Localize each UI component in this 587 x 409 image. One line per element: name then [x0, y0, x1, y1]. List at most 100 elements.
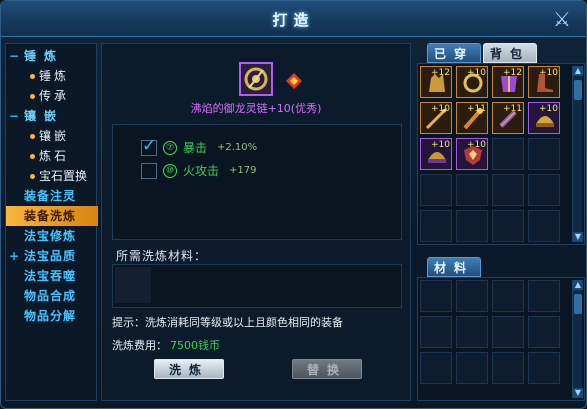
empty-slot[interactable]	[456, 174, 488, 206]
attribute-rank: ⑦	[163, 141, 177, 155]
empty-slot[interactable]	[456, 352, 488, 384]
equip-slot[interactable]: +10	[456, 66, 488, 98]
collapse-icon: −	[9, 49, 20, 63]
bullet-icon	[30, 174, 35, 179]
equip-slot[interactable]: +10	[420, 102, 452, 134]
sidebar-item-tempering[interactable]: 锤炼	[6, 66, 98, 86]
equip-slot[interactable]: +11	[456, 102, 488, 134]
empty-slot[interactable]	[420, 280, 452, 312]
close-swords-icon[interactable]: ⚔	[550, 7, 574, 31]
empty-slot[interactable]	[528, 174, 560, 206]
sidebar-item-label: 炼石	[39, 149, 70, 163]
tab-bag[interactable]: 背包	[483, 43, 537, 63]
empty-slot[interactable]	[420, 210, 452, 242]
sidebar-group-label: 锤炼	[24, 49, 65, 63]
collapse-icon: −	[9, 109, 20, 123]
sidebar-item-synthesis[interactable]: 物品合成	[6, 286, 98, 306]
tab-materials[interactable]: 材料	[427, 257, 481, 277]
sidebar-group-tempering[interactable]: − 锤炼	[6, 46, 98, 66]
sidebar-item-label: 锤炼	[39, 69, 70, 83]
sidebar-item-label: 装备注灵	[24, 189, 77, 203]
empty-slot[interactable]	[492, 316, 524, 348]
equip-slot[interactable]: +12	[420, 66, 452, 98]
scroll-up-icon[interactable]: ▲	[573, 66, 583, 76]
spear-icon	[425, 108, 447, 130]
shield-icon	[464, 146, 482, 165]
attribute-name: 暴击	[183, 141, 208, 155]
scroll-up-icon[interactable]: ▲	[573, 280, 583, 290]
empty-slot[interactable]	[456, 210, 488, 242]
attribute-list: ✓ ⑦ 暴击 +2.10% ⑩ 火攻击 +179	[112, 124, 402, 240]
empty-slot[interactable]	[528, 316, 560, 348]
scroll-down-icon[interactable]: ▼	[573, 388, 583, 398]
armor-icon	[501, 76, 517, 92]
title-bar: 打造 ⚔	[1, 1, 586, 37]
gloves-icon	[429, 74, 445, 92]
sidebar-item-gem-swap[interactable]: 宝石置换	[6, 166, 98, 186]
equip-slot[interactable]: +11	[492, 102, 524, 134]
sidebar-item-label: 宝石置换	[39, 169, 88, 183]
tab-equipped[interactable]: 已穿	[427, 43, 481, 63]
empty-slot[interactable]	[492, 138, 524, 170]
sidebar-item-inherit[interactable]: 传承	[6, 86, 98, 106]
attribute-checkbox[interactable]	[141, 163, 157, 179]
sidebar-item-refine[interactable]: 装备洗炼	[6, 206, 98, 226]
sidebar-item-label: 传承	[39, 89, 70, 103]
equip-slot[interactable]: +12	[492, 66, 524, 98]
sidebar-item-label: 镶嵌	[39, 129, 70, 143]
sidebar-item-decompose[interactable]: 物品分解	[6, 306, 98, 326]
empty-slot[interactable]	[492, 280, 524, 312]
materials-scrollbar[interactable]: ▲ ▼	[572, 280, 583, 398]
empty-slot[interactable]	[528, 210, 560, 242]
sidebar-item-treasure-cultivate[interactable]: 法宝修炼	[6, 226, 98, 246]
hint-text: 提示：洗炼消耗同等级或以上且颜色相同的装备	[112, 316, 343, 329]
sidebar-item-inlay[interactable]: 镶嵌	[6, 126, 98, 146]
empty-slot[interactable]	[492, 174, 524, 206]
boots-icon	[537, 74, 553, 92]
sidebar-item-label: 法宝品质	[24, 249, 77, 263]
replace-button[interactable]: 替换	[292, 359, 362, 379]
sidebar-item-treasure-quality[interactable]: + 法宝品质	[6, 246, 98, 266]
empty-slot[interactable]	[492, 210, 524, 242]
empty-slot[interactable]	[420, 174, 452, 206]
equipment-scrollbar[interactable]: ▲ ▼	[572, 66, 583, 242]
sidebar-group-inlay[interactable]: − 镶嵌	[6, 106, 98, 126]
empty-slot[interactable]	[528, 280, 560, 312]
empty-slot[interactable]	[456, 316, 488, 348]
sidebar-item-smelt-stone[interactable]: 炼石	[6, 146, 98, 166]
empty-slot[interactable]	[528, 138, 560, 170]
equipment-slot[interactable]	[239, 62, 273, 96]
scroll-thumb[interactable]	[574, 294, 582, 314]
empty-slot[interactable]	[420, 316, 452, 348]
refine-button[interactable]: 洗炼	[154, 359, 224, 379]
sidebar-item-label: 法宝吞噬	[24, 269, 77, 283]
material-slot[interactable]	[115, 267, 151, 303]
attribute-value: +2.10%	[217, 142, 258, 153]
materials-box	[112, 264, 402, 308]
attribute-checkbox[interactable]: ✓	[141, 137, 157, 156]
equip-slot[interactable]: +10	[528, 66, 560, 98]
item-name: 沸焰的御龙灵链+10(优秀)	[190, 102, 322, 115]
bullet-icon	[30, 94, 35, 99]
materials-label: 所需洗炼材料：	[116, 249, 208, 263]
sidebar-item-treasure-devour[interactable]: 法宝吞噬	[6, 266, 98, 286]
empty-slot[interactable]	[456, 280, 488, 312]
attribute-name: 火攻击	[183, 164, 220, 178]
equip-slot[interactable]: +10	[456, 138, 488, 170]
empty-slot[interactable]	[420, 352, 452, 384]
sidebar-item-label: 物品合成	[24, 289, 77, 303]
inventory-panel: 已穿 背包 +12 +10 +12 +10 +10 +11 +11 +10 +1…	[417, 43, 585, 401]
equip-slot[interactable]: +10	[528, 102, 560, 134]
materials-grid-panel: ▲ ▼	[417, 277, 585, 401]
sidebar-item-label: 装备洗炼	[24, 209, 77, 223]
scroll-down-icon[interactable]: ▼	[573, 232, 583, 242]
sidebar-group-label: 镶嵌	[24, 109, 65, 123]
sidebar-item-label: 法宝修炼	[24, 229, 77, 243]
scroll-thumb[interactable]	[574, 80, 582, 100]
fee-label: 洗炼费用：	[112, 339, 167, 352]
empty-slot[interactable]	[492, 352, 524, 384]
sidebar-item-infuse[interactable]: 装备注灵	[6, 186, 98, 206]
equip-slot[interactable]: +10	[420, 138, 452, 170]
window-title: 打造	[272, 11, 315, 29]
empty-slot[interactable]	[528, 352, 560, 384]
